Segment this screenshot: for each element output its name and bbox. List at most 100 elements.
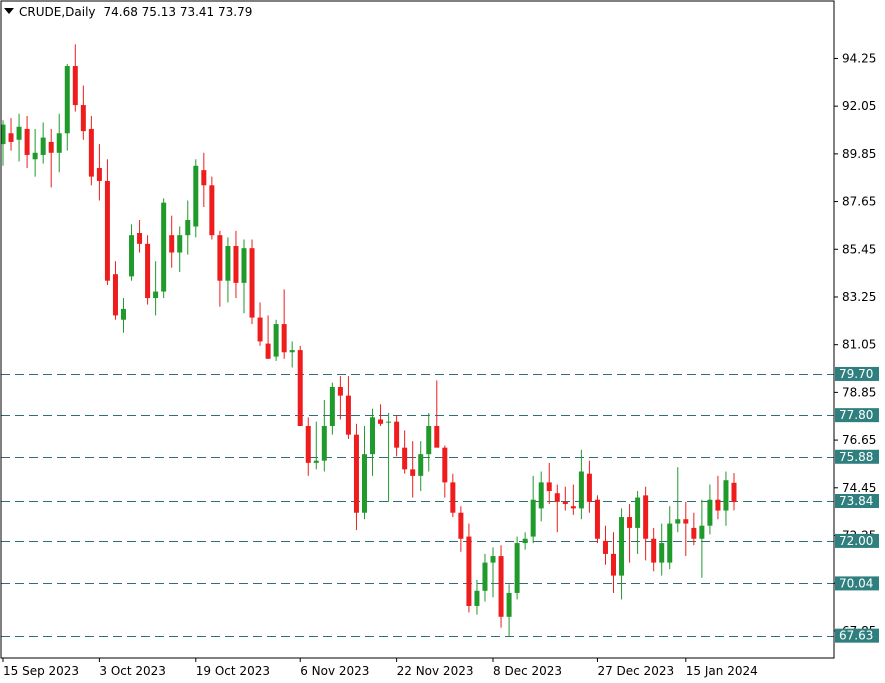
candle-body: [104, 180, 110, 281]
candle-body: [466, 536, 472, 606]
level-label-text: 75.88: [839, 450, 873, 464]
level-label-text: 73.84: [839, 494, 873, 508]
price-tick-label: 74.45: [842, 481, 876, 495]
candle-body: [80, 105, 86, 132]
candle-body: [530, 499, 536, 537]
candle-body: [627, 517, 633, 528]
candle-body: [554, 493, 560, 502]
level-label-text: 72.00: [839, 534, 873, 548]
candle-body: [458, 512, 464, 539]
time-tick-label: 6 Nov 2023: [300, 664, 369, 678]
candle-body: [578, 471, 584, 509]
candle-body: [731, 482, 737, 503]
candle-body: [602, 540, 608, 554]
candle-body: [683, 519, 689, 524]
candle-body: [434, 425, 440, 448]
candle-body: [546, 482, 552, 492]
candle-body: [241, 248, 247, 283]
candle-body: [514, 543, 520, 593]
candle-body: [225, 246, 231, 281]
candle-body: [16, 126, 22, 140]
price-tick-label: 78.85: [842, 385, 876, 399]
candle-body: [161, 202, 167, 292]
candle-body: [635, 497, 641, 528]
level-label-text: 77.80: [839, 408, 873, 422]
time-tick-label: 22 Nov 2023: [397, 664, 474, 678]
candle-body: [96, 167, 102, 181]
candle-body: [177, 235, 183, 253]
candle-body: [586, 473, 592, 502]
candle-body: [474, 590, 480, 606]
candle-body: [24, 128, 30, 155]
level-label-text: 70.04: [839, 576, 873, 590]
price-tick-label: 94.25: [842, 51, 876, 65]
candle-body: [538, 482, 544, 509]
candle-body: [56, 133, 62, 153]
candle-body: [145, 243, 151, 299]
candle-body: [129, 235, 135, 277]
candle-body: [594, 499, 600, 539]
price-tick-label: 92.05: [842, 99, 876, 113]
candle-body: [426, 425, 432, 455]
candle-body: [137, 233, 143, 244]
candle-body: [667, 523, 673, 563]
time-tick-label: 3 Oct 2023: [99, 664, 166, 678]
level-label-text: 79.70: [839, 367, 873, 381]
candle-body: [611, 553, 617, 576]
candle-body: [394, 421, 400, 448]
candle-body: [297, 350, 303, 426]
time-tick-label: 15 Jan 2024: [686, 664, 758, 678]
candle-body: [120, 308, 126, 320]
price-tick-label: 87.65: [842, 195, 876, 209]
candle-body: [619, 517, 625, 576]
candle-body: [8, 133, 14, 142]
candle-body: [40, 137, 46, 155]
price-chart[interactable]: 94.25 92.05 89.85 87.65 85.45 83.25 81.05 78.85…: [0, 0, 885, 683]
candle-body: [289, 350, 295, 353]
candle-body: [153, 291, 159, 299]
candle-body: [402, 447, 408, 470]
candle-body: [498, 556, 504, 617]
price-tick-label: 76.65: [842, 433, 876, 447]
candle-body: [233, 246, 239, 283]
candle-body: [281, 324, 287, 353]
price-tick-label: 85.45: [842, 242, 876, 256]
candle-body: [265, 343, 271, 359]
candle-body: [659, 543, 665, 563]
candle-body: [442, 447, 448, 483]
candle-body: [72, 66, 78, 106]
candle-body: [185, 220, 191, 236]
candle-body: [329, 386, 335, 426]
candle-body: [370, 417, 376, 455]
candle-body: [715, 499, 721, 511]
candle-body: [88, 128, 94, 177]
candle-body: [386, 421, 392, 423]
candle-body: [506, 592, 512, 617]
time-tick-label: 27 Dec 2023: [597, 664, 674, 678]
candle-body: [562, 501, 568, 505]
candle-body: [257, 317, 263, 342]
candle-body: [169, 235, 175, 253]
chart-header: CRUDE,Daily 74.68 75.13 73.41 73.79: [4, 5, 252, 19]
time-tick-label: 19 Oct 2023: [196, 664, 270, 678]
candle-body: [723, 480, 729, 511]
candle-body: [313, 460, 319, 463]
candle-body: [273, 324, 279, 357]
dropdown-triangle-icon[interactable]: [4, 8, 14, 14]
candle-body: [201, 170, 207, 186]
candle-body: [321, 425, 327, 461]
price-tick-label: 89.85: [842, 147, 876, 161]
candle-body: [32, 152, 38, 160]
candle-body: [378, 419, 384, 424]
candle-body: [249, 248, 255, 318]
candle-body: [699, 525, 705, 539]
candle-body: [217, 235, 223, 281]
chart-background: [0, 0, 885, 683]
candle-body: [691, 527, 697, 539]
candle-body: [707, 499, 713, 526]
candle-body: [353, 434, 359, 513]
candle-body: [418, 454, 424, 476]
candle-body: [482, 562, 488, 591]
candle-body: [651, 538, 657, 563]
symbol-label: CRUDE,Daily: [19, 5, 96, 19]
